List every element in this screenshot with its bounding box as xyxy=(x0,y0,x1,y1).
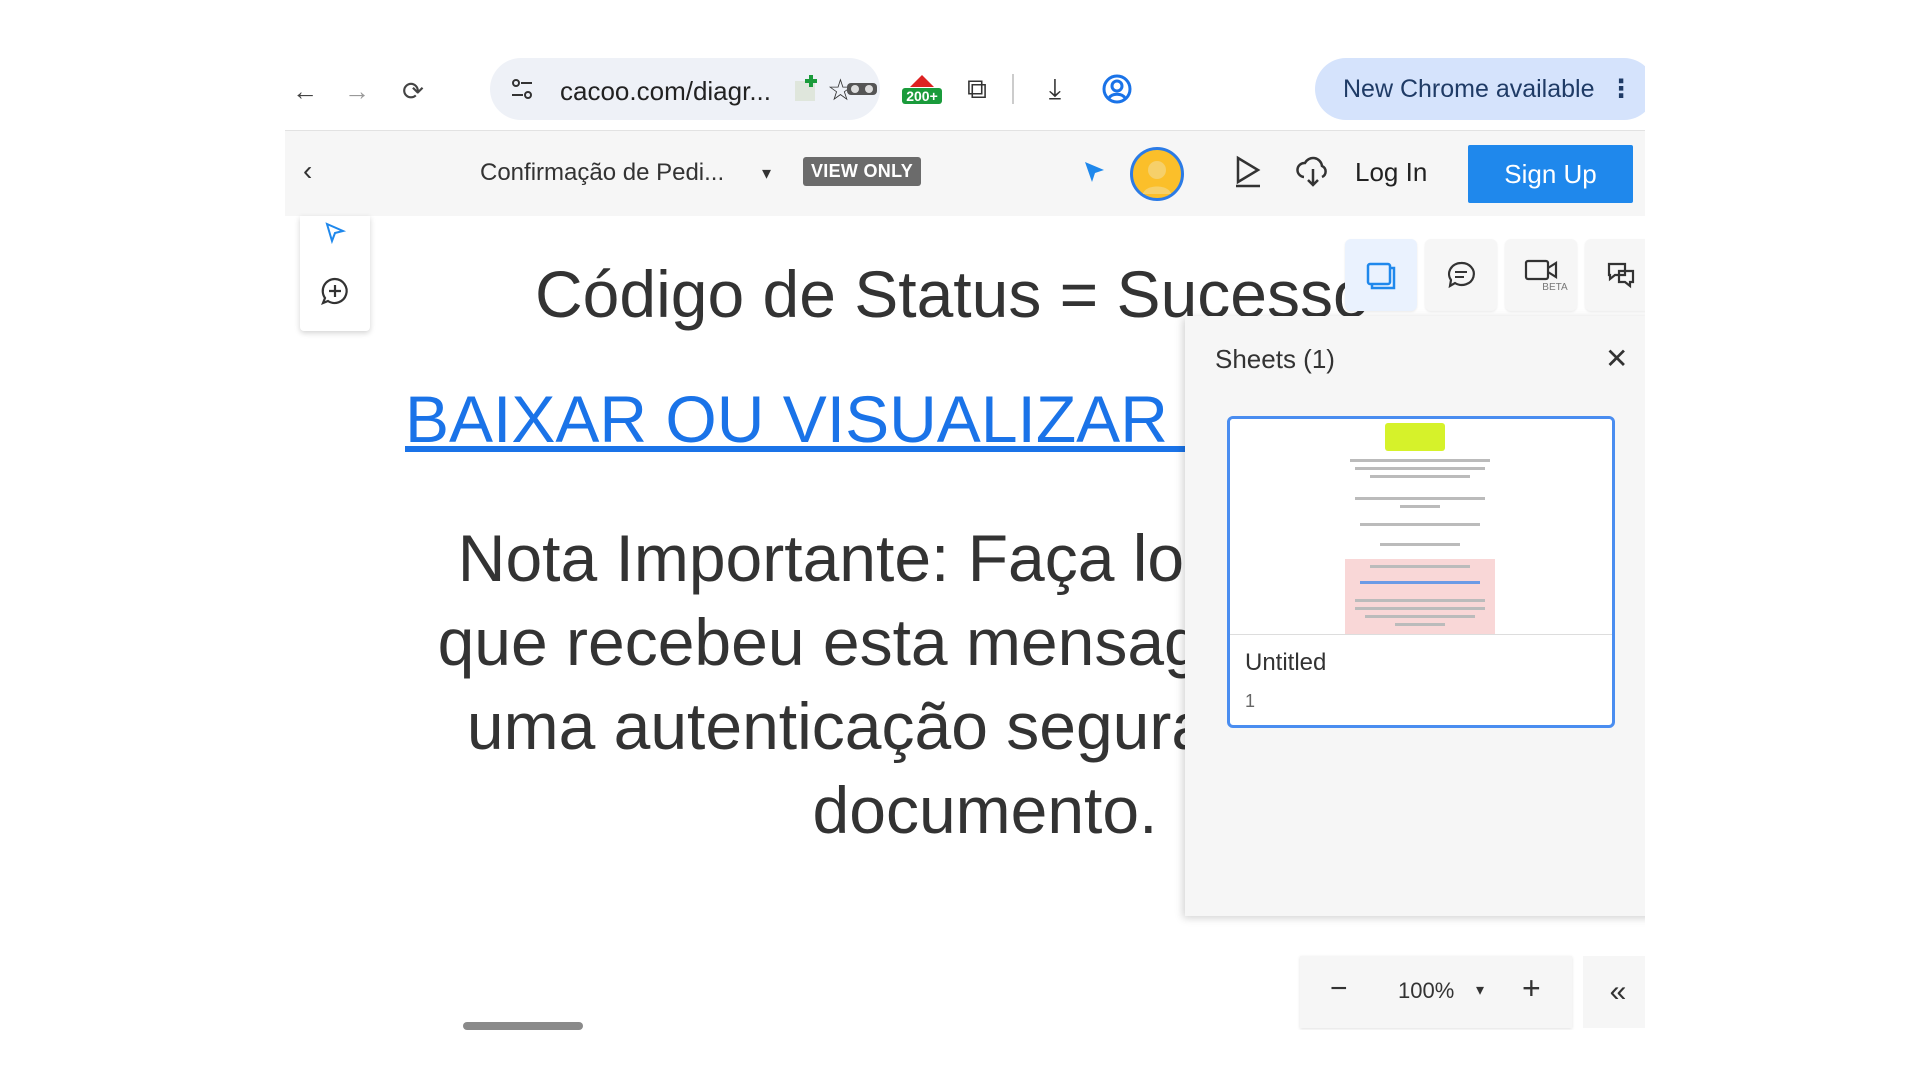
double-chevron-left-icon: « xyxy=(1609,975,1627,1008)
view-only-badge: VIEW ONLY xyxy=(803,157,922,186)
forward-arrow-icon[interactable]: → xyxy=(337,71,377,111)
zoom-in-button[interactable]: + xyxy=(1522,970,1541,1007)
extension-glasses-icon[interactable] xyxy=(840,67,884,111)
beta-badge: BETA xyxy=(1542,281,1568,293)
back-arrow-icon[interactable]: ← xyxy=(285,71,325,111)
url-text[interactable]: cacoo.com/diagr... xyxy=(560,76,771,107)
extension-plus-icon[interactable] xyxy=(785,67,829,111)
zoom-level[interactable]: 100% xyxy=(1398,978,1454,1004)
sheet-card[interactable]: Untitled 1 xyxy=(1227,416,1615,728)
thumbnail-highlight xyxy=(1345,559,1495,634)
zoom-caret-down-icon[interactable]: ▾ xyxy=(1476,980,1484,1000)
diagram-canvas[interactable]: Código de Status = Sucesso BAIXAR OU VIS… xyxy=(285,216,1645,1030)
download-view-link[interactable]: BAIXAR OU VISUALIZAR DO xyxy=(405,381,1285,457)
comment-icon xyxy=(1448,261,1475,289)
pointer-cursor-icon[interactable] xyxy=(1082,159,1108,185)
chat-icon xyxy=(1607,262,1635,289)
profile-icon[interactable] xyxy=(1095,67,1139,111)
thumbnail-logo xyxy=(1385,423,1445,451)
extension-badge-count: 200+ xyxy=(902,88,942,104)
avatar[interactable] xyxy=(1130,147,1184,201)
sheets-icon xyxy=(1366,262,1396,290)
chat-button[interactable] xyxy=(1585,239,1645,311)
new-chrome-label: New Chrome available xyxy=(1343,74,1595,103)
presentation-play-icon[interactable] xyxy=(1233,155,1263,189)
toolbar-divider xyxy=(1010,67,1016,111)
site-settings-icon[interactable] xyxy=(508,75,536,103)
video-button[interactable]: BETA xyxy=(1505,239,1577,311)
select-cursor-icon[interactable] xyxy=(320,218,350,248)
download-icon[interactable]: ⤓ xyxy=(1033,67,1077,111)
extension-badge-icon[interactable]: 200+ xyxy=(897,67,947,111)
left-toolbar xyxy=(300,216,370,331)
chevron-left-icon[interactable]: ‹ xyxy=(303,155,312,187)
kebab-menu-icon[interactable]: ⋮ xyxy=(1609,74,1634,104)
add-comment-icon[interactable] xyxy=(320,276,350,306)
sheets-toggle-button[interactable] xyxy=(1345,239,1417,311)
caret-down-icon[interactable]: ▾ xyxy=(762,163,771,184)
video-camera-icon xyxy=(1524,259,1558,280)
signup-button[interactable]: Sign Up xyxy=(1468,145,1633,203)
collapse-panel-button[interactable]: « xyxy=(1583,956,1645,1028)
cloud-download-icon[interactable] xyxy=(1295,153,1331,189)
new-chrome-available-button[interactable]: New Chrome available ⋮ xyxy=(1315,58,1645,120)
zoom-out-button[interactable]: − xyxy=(1330,972,1348,1006)
horizontal-scrollbar[interactable] xyxy=(463,1022,583,1030)
sheet-thumbnail xyxy=(1230,419,1612,635)
zoom-controls: − 100% ▾ + xyxy=(1300,956,1572,1028)
sheet-name: Untitled xyxy=(1245,649,1327,676)
chrome-toolbar: ← → ⟳ cacoo.com/diagr... ☆ 200+ ⧉ ⤓ New … xyxy=(285,55,1645,130)
close-icon[interactable]: ✕ xyxy=(1605,342,1628,375)
comments-button[interactable] xyxy=(1425,239,1497,311)
extensions-puzzle-icon[interactable]: ⧉ xyxy=(955,67,999,111)
login-button[interactable]: Log In xyxy=(1355,157,1427,188)
sheets-panel-title: Sheets (1) xyxy=(1215,344,1335,374)
browser-window: ← → ⟳ cacoo.com/diagr... ☆ 200+ ⧉ ⤓ New … xyxy=(285,55,1645,1030)
app-header: ‹ Confirmação de Pedi... ▾ VIEW ONLY Log… xyxy=(285,130,1645,217)
sheet-number: 1 xyxy=(1245,691,1256,711)
document-title[interactable]: Confirmação de Pedi... xyxy=(480,159,724,187)
reload-icon[interactable]: ⟳ xyxy=(393,71,433,111)
sheets-panel: Sheets (1) ✕ Untitled 1 xyxy=(1185,316,1645,916)
